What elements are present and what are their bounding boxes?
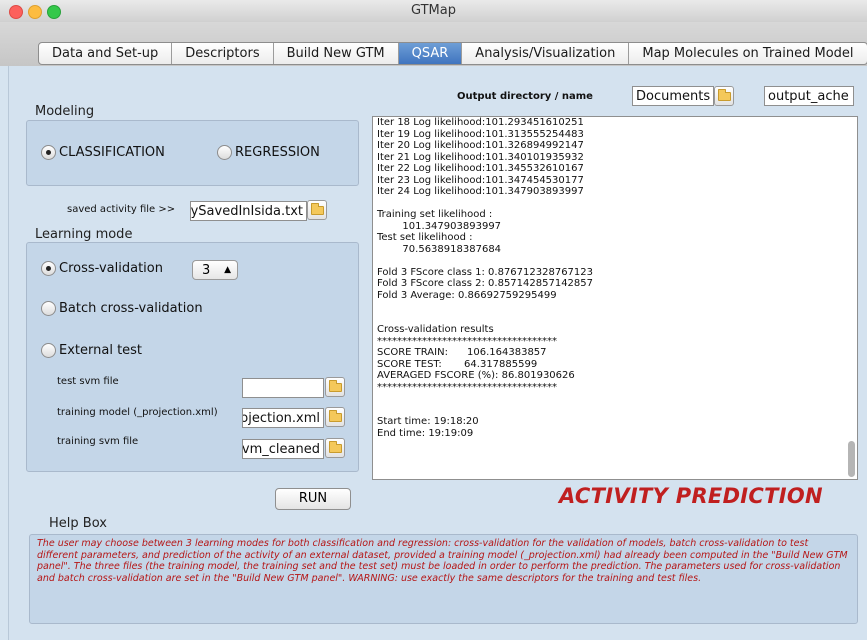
output-name-field[interactable]: output_ache bbox=[764, 86, 854, 106]
external-test-radio[interactable]: External test bbox=[41, 343, 142, 358]
folder-icon bbox=[718, 89, 731, 101]
output-log-area[interactable]: Iter 18 Log likelihood:101.293451610251 … bbox=[372, 116, 858, 480]
batch-cross-validation-radio[interactable]: Batch cross-validation bbox=[41, 301, 203, 316]
help-box: The user may choose between 3 learning m… bbox=[29, 534, 858, 624]
folder-icon bbox=[329, 410, 342, 422]
classification-label: CLASSIFICATION bbox=[59, 145, 165, 160]
training-model-field[interactable]: ojection.xml bbox=[242, 408, 324, 428]
window-title: GTMap bbox=[411, 3, 456, 18]
stepper-arrows-icon: ▲ bbox=[224, 265, 231, 275]
radio-selected-icon bbox=[41, 145, 56, 160]
output-directory-label: Output directory / name bbox=[457, 91, 593, 102]
learning-mode-title: Learning mode bbox=[35, 227, 133, 242]
tab-build-new-gtm[interactable]: Build New GTM bbox=[274, 43, 399, 64]
regression-radio[interactable]: REGRESSION bbox=[217, 145, 320, 160]
learning-mode-box: Cross-validation 3 ▲ Batch cross-validat… bbox=[26, 242, 359, 472]
cross-validation-label: Cross-validation bbox=[59, 261, 163, 276]
batch-cross-validation-label: Batch cross-validation bbox=[59, 301, 203, 316]
radio-unselected-icon bbox=[41, 301, 56, 316]
radio-unselected-icon bbox=[41, 343, 56, 358]
regression-label: REGRESSION bbox=[235, 145, 320, 160]
modeling-box: CLASSIFICATION REGRESSION bbox=[26, 120, 359, 186]
training-svm-label: training svm file bbox=[57, 436, 139, 447]
tab-analysis-visualization[interactable]: Analysis/Visualization bbox=[462, 43, 630, 64]
training-model-label: training model (_projection.xml) bbox=[57, 407, 218, 418]
help-text: The user may choose between 3 learning m… bbox=[37, 538, 848, 584]
tab-qsar[interactable]: QSAR bbox=[398, 43, 463, 64]
activity-prediction-banner: ACTIVITY PREDICTION bbox=[559, 484, 823, 508]
test-svm-browse-button[interactable] bbox=[325, 377, 345, 397]
tab-data-setup[interactable]: Data and Set-up bbox=[39, 43, 173, 64]
test-svm-field[interactable] bbox=[242, 378, 324, 398]
modeling-title: Modeling bbox=[35, 104, 95, 119]
title-bar: GTMap bbox=[0, 0, 867, 23]
training-svm-browse-button[interactable] bbox=[325, 438, 345, 458]
tab-map-molecules[interactable]: Map Molecules on Trained Model bbox=[629, 43, 866, 64]
qsar-panel: Output directory / name Documents output… bbox=[8, 66, 867, 640]
test-svm-label: test svm file bbox=[57, 376, 119, 387]
folds-value: 3 bbox=[202, 263, 211, 278]
output-directory-field[interactable]: Documents bbox=[632, 86, 714, 106]
external-test-label: External test bbox=[59, 343, 143, 358]
saved-activity-browse-button[interactable] bbox=[307, 200, 327, 220]
tab-group: Data and Set-up Descriptors Build New GT… bbox=[38, 42, 867, 65]
output-scrollbar[interactable] bbox=[848, 441, 855, 477]
cross-validation-radio[interactable]: Cross-validation bbox=[41, 261, 163, 276]
folder-icon bbox=[329, 441, 342, 453]
help-box-title: Help Box bbox=[49, 516, 107, 531]
radio-unselected-icon bbox=[217, 145, 232, 160]
tab-descriptors[interactable]: Descriptors bbox=[172, 43, 274, 64]
training-model-browse-button[interactable] bbox=[325, 407, 345, 427]
folder-icon bbox=[329, 380, 342, 392]
training-svm-field[interactable]: vm_cleaned bbox=[242, 439, 324, 459]
folds-select[interactable]: 3 ▲ bbox=[192, 260, 238, 280]
classification-radio[interactable]: CLASSIFICATION bbox=[41, 145, 165, 160]
run-button[interactable]: RUN bbox=[275, 488, 351, 510]
output-directory-browse-button[interactable] bbox=[714, 86, 734, 106]
saved-activity-label: saved activity file >> bbox=[67, 204, 176, 215]
radio-selected-icon bbox=[41, 261, 56, 276]
output-log-text: Iter 18 Log likelihood:101.293451610251 … bbox=[377, 117, 594, 439]
saved-activity-field[interactable]: ySavedInIsida.txt bbox=[190, 201, 307, 221]
folder-icon bbox=[311, 203, 324, 215]
tab-bar: Data and Set-up Descriptors Build New GT… bbox=[0, 22, 867, 66]
